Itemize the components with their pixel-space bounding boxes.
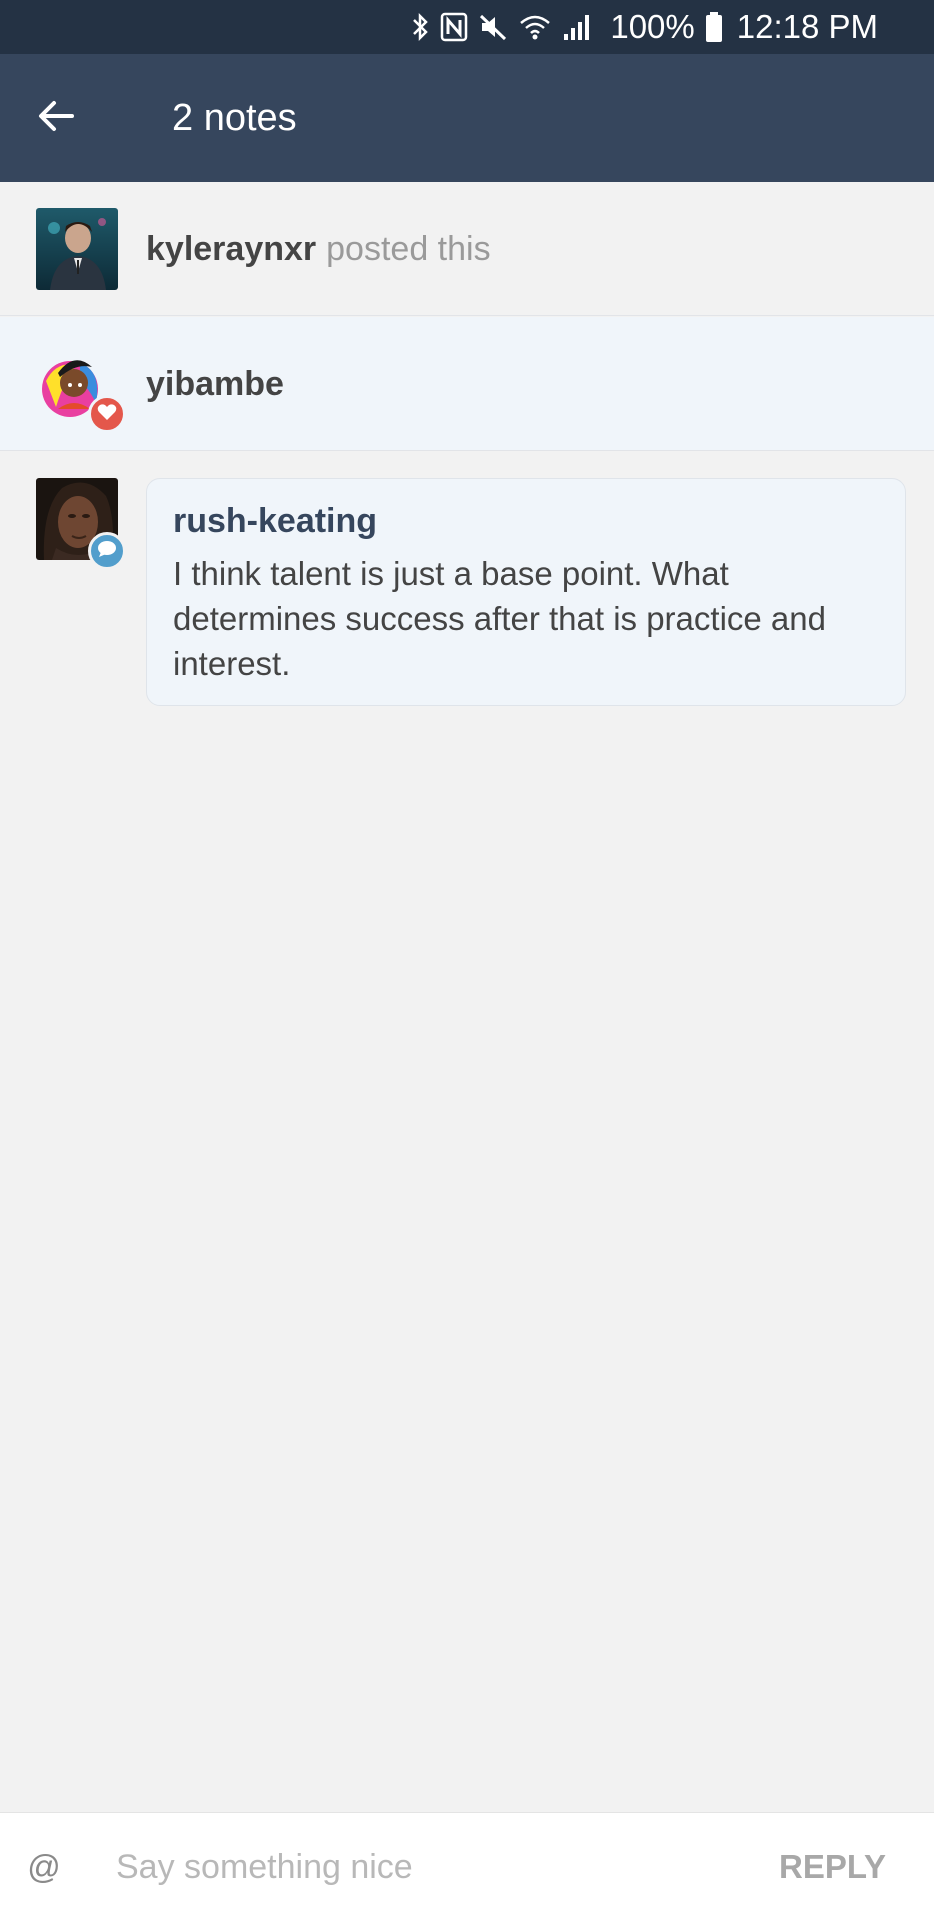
nfc-icon <box>440 12 468 42</box>
note-row-like[interactable]: yibambe <box>0 317 934 451</box>
battery-icon <box>705 11 723 43</box>
status-bar: 100% 12:18 PM <box>0 0 934 54</box>
mute-icon <box>478 12 508 42</box>
reply-input[interactable] <box>116 1837 716 1897</box>
note-row-op[interactable]: kyleraynxr posted this <box>0 182 934 316</box>
note-username[interactable]: yibambe <box>146 363 284 405</box>
app-header: 2 notes <box>0 54 934 182</box>
arrow-left-icon <box>36 96 76 141</box>
reply-button[interactable]: REPLY <box>779 1843 886 1891</box>
back-button[interactable] <box>28 90 84 146</box>
avatar[interactable] <box>36 208 118 290</box>
note-action: posted this <box>326 230 491 268</box>
avatar-wrapper <box>36 478 126 570</box>
battery-percentage: 100% <box>610 8 695 45</box>
avatar-wrapper <box>36 341 126 433</box>
note-reply: rush-keating I think talent is just a ba… <box>0 452 934 712</box>
mention-button[interactable]: @ <box>22 1843 66 1891</box>
status-time: 12:18 PM <box>736 8 878 45</box>
bluetooth-icon <box>412 12 430 42</box>
reply-input-bar: @ REPLY <box>0 1812 934 1920</box>
heart-icon <box>97 403 117 426</box>
reply-text: I think talent is just a base point. Wha… <box>173 555 826 682</box>
signal-icon <box>562 12 592 42</box>
note-text: kyleraynxr posted this <box>146 228 491 270</box>
page-title: 2 notes <box>172 97 297 139</box>
reply-bubble: rush-keating I think talent is just a ba… <box>146 478 906 706</box>
avatar-wrapper <box>36 208 118 290</box>
reply-username[interactable]: rush-keating <box>173 499 879 543</box>
note-text: yibambe <box>146 363 284 405</box>
note-username[interactable]: kyleraynxr <box>146 228 316 270</box>
wifi-icon <box>518 12 552 42</box>
like-badge <box>88 395 126 433</box>
speech-bubble-icon <box>97 540 117 563</box>
reply-badge <box>88 532 126 570</box>
